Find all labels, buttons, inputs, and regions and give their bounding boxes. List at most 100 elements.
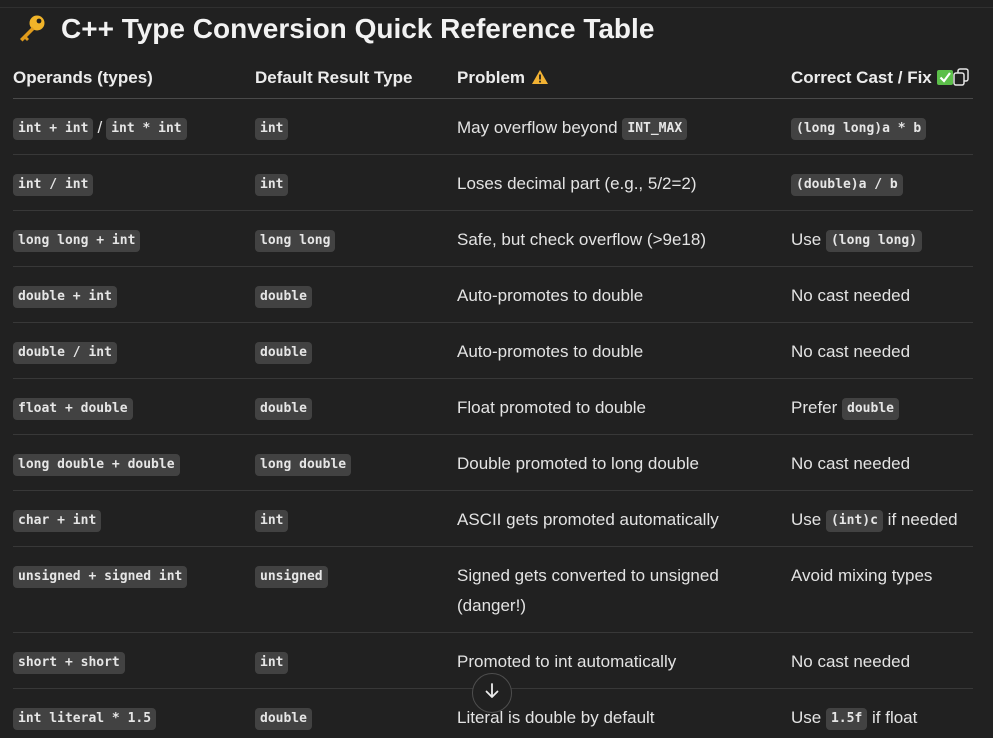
fix-text-suffix: if needed	[882, 509, 958, 529]
fix-cell: No cast needed	[791, 434, 973, 491]
problem-cell: Signed gets converted to unsigned (dange…	[457, 546, 791, 633]
operands-separator: /	[97, 117, 103, 137]
divider	[0, 7, 993, 8]
table-row: int + int / int * int int May overflow bey…	[13, 98, 973, 155]
operands-cell: double / int	[13, 322, 255, 379]
fix-cell: (long long)a * b	[791, 98, 973, 155]
inline-code: float + double	[13, 397, 133, 420]
inline-code: unsigned	[255, 565, 328, 588]
inline-code: short + short	[13, 651, 125, 674]
result-cell: int	[255, 490, 457, 547]
table-row: int / int int Loses decimal part (e.g., …	[13, 154, 973, 211]
inline-code: char + int	[13, 509, 102, 532]
inline-code: int	[255, 651, 289, 674]
inline-code: double	[255, 341, 312, 364]
inline-code: int	[255, 117, 289, 140]
fix-cell: No cast needed	[791, 266, 973, 323]
fix-text-suffix: if float	[867, 707, 918, 727]
result-cell: int	[255, 154, 457, 211]
table-row: char + int int ASCII gets promoted autom…	[13, 490, 973, 547]
column-header-problem: Problem	[457, 58, 791, 99]
inline-code: double	[255, 397, 312, 420]
inline-code: INT_MAX	[622, 117, 688, 140]
operands-cell: int + int / int * int	[13, 98, 255, 155]
result-cell: double	[255, 378, 457, 435]
table-row: unsigned + signed int unsigned Signed ge…	[13, 546, 973, 633]
inline-code: long double + double	[13, 453, 180, 476]
fix-text: Use	[791, 707, 826, 727]
warning-icon	[531, 69, 549, 85]
operands-cell: short + short	[13, 632, 255, 689]
result-cell: double	[255, 266, 457, 323]
inline-code: double / int	[13, 341, 117, 364]
inline-code: long long + int	[13, 229, 141, 252]
operands-cell: int / int	[13, 154, 255, 211]
inline-code: int	[255, 173, 289, 196]
page: C++ Type Conversion Quick Reference Tabl…	[0, 0, 993, 738]
column-header-fix: Correct Cast / Fix	[791, 58, 973, 99]
problem-cell: ASCII gets promoted automatically	[457, 490, 791, 547]
result-cell: unsigned	[255, 546, 457, 633]
fix-cell: Use (long long)	[791, 210, 973, 267]
inline-code: long double	[255, 453, 352, 476]
table-row: double + int double Auto-promotes to dou…	[13, 266, 973, 323]
inline-code: double	[255, 285, 312, 308]
result-cell: long double	[255, 434, 457, 491]
fix-cell: Use (int)c if needed	[791, 490, 973, 547]
column-header-fix-label: Correct Cast / Fix	[791, 67, 932, 87]
problem-cell: Safe, but check overflow (>9e18)	[457, 210, 791, 267]
inline-code: (int)c	[825, 509, 883, 532]
result-cell: double	[255, 322, 457, 379]
fix-cell: Prefer double	[791, 378, 973, 435]
inline-code: double	[842, 397, 899, 420]
table-row: double / int double Auto-promotes to dou…	[13, 322, 973, 379]
scroll-to-bottom-button[interactable]	[472, 673, 512, 713]
page-title-text: C++ Type Conversion Quick Reference Tabl…	[61, 13, 655, 44]
table-header-row: Operands (types) Default Result Type Pro…	[13, 58, 973, 99]
operands-cell: unsigned + signed int	[13, 546, 255, 633]
inline-code: double + int	[13, 285, 117, 308]
inline-code: int	[255, 509, 289, 532]
result-cell: int	[255, 632, 457, 689]
key-icon	[15, 14, 49, 44]
table-row: long double + double long double Double …	[13, 434, 973, 491]
inline-code: int / int	[13, 173, 94, 196]
operands-cell: int literal * 1.5	[13, 688, 255, 738]
inline-code: int * int	[106, 117, 187, 140]
column-header-operands: Operands (types)	[13, 58, 255, 99]
operands-cell: long double + double	[13, 434, 255, 491]
result-cell: long long	[255, 210, 457, 267]
problem-text: May overflow beyond	[457, 117, 623, 137]
inline-code: (long long)a * b	[791, 117, 927, 140]
problem-cell: Auto-promotes to double	[457, 322, 791, 379]
problem-cell: Loses decimal part (e.g., 5/2=2)	[457, 154, 791, 211]
inline-code: int + int	[13, 117, 94, 140]
conversion-table: Operands (types) Default Result Type Pro…	[13, 58, 973, 738]
column-header-result: Default Result Type	[255, 58, 457, 99]
fix-cell: (double)a / b	[791, 154, 973, 211]
fix-text: Use	[791, 509, 826, 529]
copy-icon[interactable]	[953, 68, 969, 86]
operands-cell: double + int	[13, 266, 255, 323]
problem-cell: Double promoted to long double	[457, 434, 791, 491]
inline-code: double	[255, 707, 312, 730]
inline-code: (long long)	[825, 229, 923, 252]
fix-cell: No cast needed	[791, 632, 973, 689]
inline-code: int literal * 1.5	[13, 707, 157, 730]
fix-cell: Avoid mixing types	[791, 546, 973, 633]
problem-cell: Float promoted to double	[457, 378, 791, 435]
result-cell: int	[255, 98, 457, 155]
result-cell: double	[255, 688, 457, 738]
fix-text: Prefer	[791, 397, 843, 417]
fix-cell: No cast needed	[791, 322, 973, 379]
page-title: C++ Type Conversion Quick Reference Tabl…	[15, 12, 654, 46]
inline-code: 1.5f	[825, 707, 868, 730]
problem-cell: May overflow beyond INT_MAX	[457, 98, 791, 155]
problem-cell: Auto-promotes to double	[457, 266, 791, 323]
operands-cell: long long + int	[13, 210, 255, 267]
column-header-problem-label: Problem	[457, 67, 526, 87]
operands-cell: char + int	[13, 490, 255, 547]
table-row: float + double double Float promoted to …	[13, 378, 973, 435]
fix-text: Use	[791, 229, 826, 249]
table-row: long long + int long long Safe, but chec…	[13, 210, 973, 267]
